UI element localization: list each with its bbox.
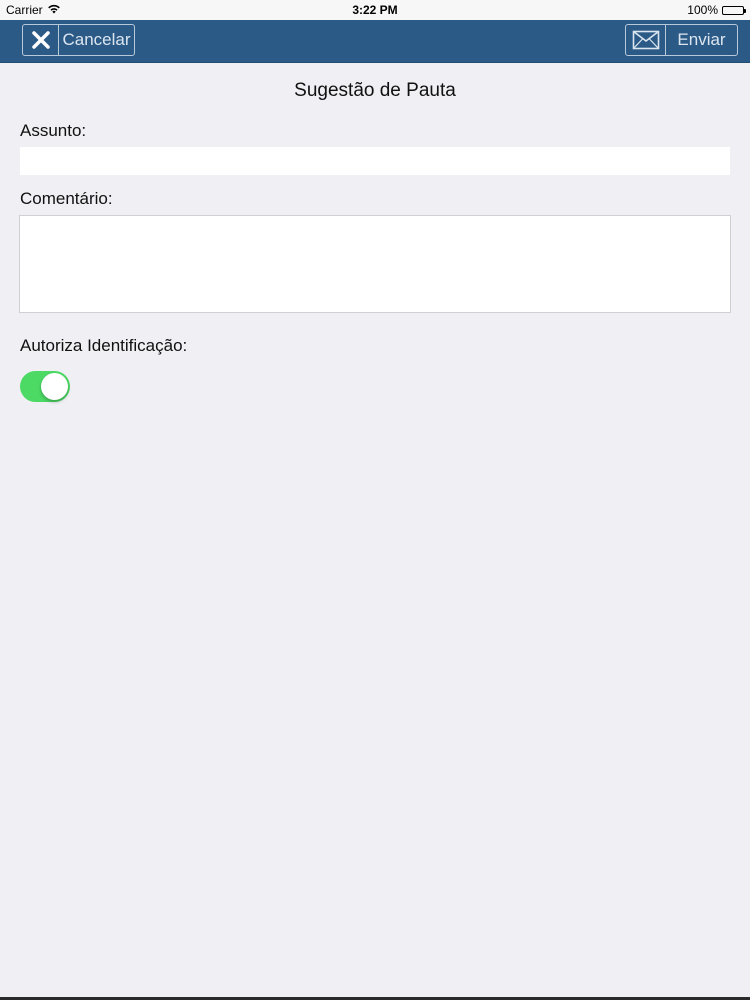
battery-percent: 100% (687, 3, 718, 17)
status-time: 3:22 PM (352, 3, 398, 17)
battery-icon (722, 5, 746, 15)
toggle-knob (41, 373, 68, 400)
envelope-icon (626, 25, 666, 55)
navigation-bar: Cancelar Enviar (0, 20, 750, 63)
send-button[interactable]: Enviar (625, 24, 738, 56)
authorize-identification-label: Autoriza Identificação: (20, 336, 188, 355)
comment-label: Comentário: (20, 189, 113, 208)
subject-input[interactable] (20, 147, 730, 175)
authorize-identification-toggle[interactable] (20, 371, 70, 402)
close-icon (23, 25, 59, 55)
cancel-button[interactable]: Cancelar (22, 24, 135, 56)
send-button-label: Enviar (677, 30, 726, 49)
comment-textarea[interactable] (19, 215, 731, 313)
subject-label: Assunto: (20, 121, 87, 140)
status-bar: Carrier 3:22 PM 100% (0, 0, 750, 20)
battery-group: 100% (687, 3, 746, 17)
cancel-button-label: Cancelar (62, 30, 131, 49)
page-title: Sugestão de Pauta (294, 80, 456, 101)
